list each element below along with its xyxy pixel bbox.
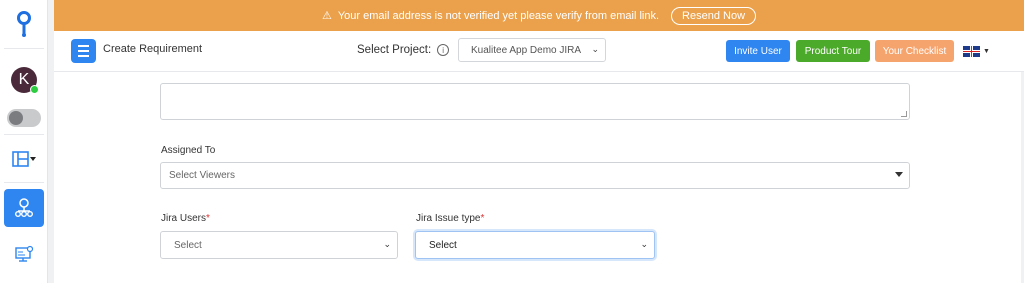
uk-flag-icon bbox=[963, 45, 980, 57]
sidebar-item-monitor[interactable] bbox=[4, 236, 44, 272]
toggle-knob bbox=[9, 111, 23, 125]
viewers-placeholder: Select Viewers bbox=[169, 170, 235, 181]
caret-down-icon bbox=[895, 172, 903, 177]
warning-icon: ⚠ bbox=[321, 10, 332, 22]
assigned-to-label: Assigned To bbox=[161, 145, 216, 156]
menu-line bbox=[78, 45, 89, 47]
sidebar-divider bbox=[4, 182, 44, 183]
online-status-dot bbox=[30, 85, 39, 94]
jira-users-label-text: Jira Users bbox=[161, 213, 207, 224]
toggle-switch[interactable] bbox=[7, 109, 41, 127]
your-checklist-button[interactable]: Your Checklist bbox=[875, 40, 954, 62]
hamburger-menu-button[interactable] bbox=[71, 39, 96, 63]
project-select[interactable]: Kualitee App Demo JIRA ⌄ bbox=[458, 38, 606, 62]
menu-line bbox=[78, 55, 89, 57]
email-verification-banner: ⚠ Your email address is not verified yet… bbox=[54, 0, 1024, 31]
language-selector[interactable]: ▼ bbox=[963, 41, 998, 61]
jira-issue-type-label: Jira Issue type* bbox=[416, 213, 484, 224]
hierarchy-icon bbox=[15, 198, 33, 217]
resend-now-button[interactable]: Resend Now bbox=[671, 6, 757, 25]
select-project-text: Select Project: bbox=[357, 44, 432, 56]
page-title: Create Requirement bbox=[103, 43, 203, 55]
sidebar: K bbox=[0, 0, 48, 283]
required-mark: * bbox=[480, 213, 485, 224]
chevron-down-icon: ⌄ bbox=[640, 239, 648, 249]
avatar[interactable]: K bbox=[4, 62, 44, 98]
chevron-down-icon: ⌄ bbox=[591, 44, 599, 54]
select-viewers-dropdown[interactable]: Select Viewers bbox=[160, 162, 910, 189]
description-textarea[interactable] bbox=[160, 83, 910, 120]
required-mark: * bbox=[206, 213, 210, 224]
menu-line bbox=[78, 50, 89, 52]
top-header: Create Requirement Select Project: i Kua… bbox=[54, 31, 1024, 72]
banner-message: Your email address is not verified yet p… bbox=[337, 9, 660, 22]
sidebar-divider bbox=[4, 134, 44, 135]
product-tour-button[interactable]: Product Tour bbox=[796, 40, 870, 62]
jira-users-select-value: Select bbox=[174, 239, 202, 251]
avatar-circle: K bbox=[11, 67, 39, 94]
layout-grid-icon bbox=[12, 151, 36, 167]
app-logo[interactable] bbox=[4, 6, 44, 42]
layout-menu-button[interactable] bbox=[4, 141, 44, 177]
requirement-form: Assigned To Select Viewers Jira Users* J… bbox=[54, 72, 1021, 283]
invite-user-button[interactable]: Invite User bbox=[726, 40, 790, 62]
avatar-initial: K bbox=[18, 71, 30, 88]
jira-issue-type-select-value: Select bbox=[429, 239, 457, 251]
project-select-value: Kualitee App Demo JIRA bbox=[471, 44, 582, 56]
jira-issue-type-select[interactable]: Select ⌄ bbox=[415, 231, 655, 259]
resize-handle-icon[interactable] bbox=[901, 111, 907, 117]
jira-users-label: Jira Users* bbox=[161, 213, 210, 224]
theme-toggle[interactable] bbox=[4, 100, 44, 136]
caret-down-icon: ▼ bbox=[983, 47, 990, 55]
info-icon[interactable]: i bbox=[437, 44, 450, 56]
chevron-down-icon: ⌄ bbox=[383, 239, 391, 249]
location-pin-logo-icon bbox=[17, 11, 31, 37]
jira-issue-type-label-text: Jira Issue type bbox=[416, 213, 481, 224]
monitor-settings-icon bbox=[15, 245, 34, 262]
sidebar-divider bbox=[4, 48, 44, 49]
jira-users-select[interactable]: Select ⌄ bbox=[160, 231, 398, 259]
select-project-label: Select Project: i bbox=[357, 44, 450, 56]
sidebar-item-requirements[interactable] bbox=[4, 189, 44, 227]
